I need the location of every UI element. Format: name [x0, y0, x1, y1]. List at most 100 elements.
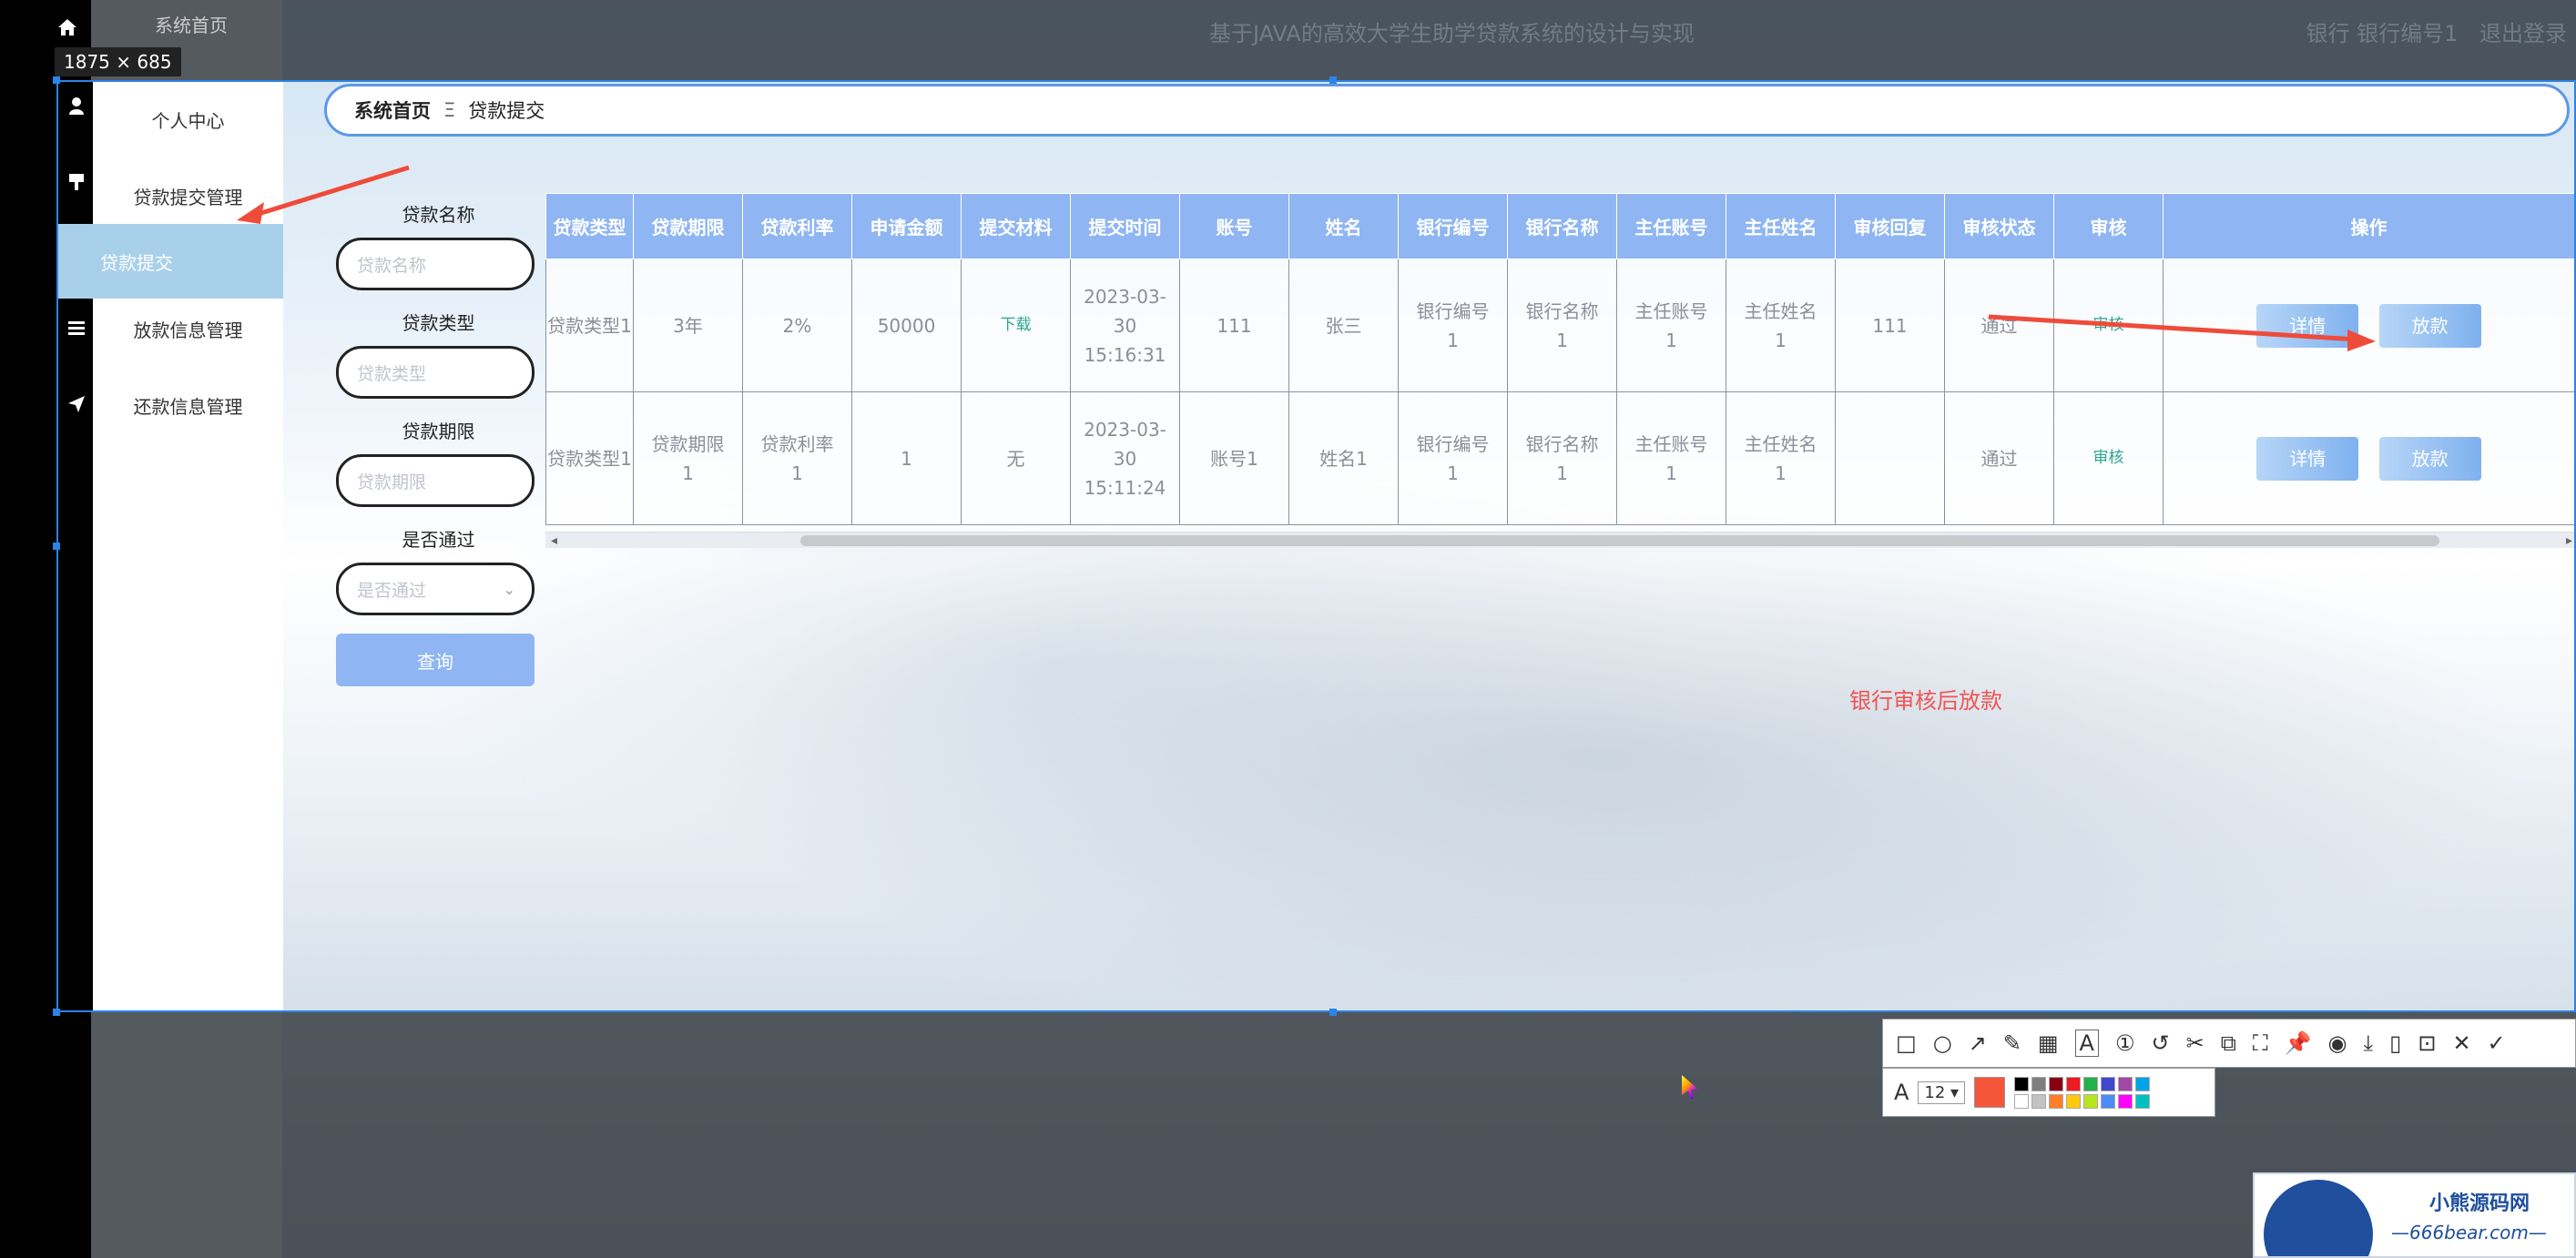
sidebar-item-loan-submit-mgmt[interactable]: 贷款提交管理	[93, 158, 283, 233]
horizontal-scrollbar[interactable]: ◂ ▸	[545, 532, 2574, 548]
loan-table-container: 贷款类型 贷款期限 贷款利率 申请金额 提交材料 提交时间 账号 姓名 银行编号…	[545, 193, 2574, 548]
review-link[interactable]: 审核	[2053, 259, 2164, 392]
detail-button[interactable]: 详情	[2256, 436, 2359, 481]
color-swatch[interactable]	[2118, 1093, 2133, 1109]
bookmark-icon[interactable]: ⊡	[2418, 1030, 2436, 1056]
cell-account: 111	[1179, 259, 1289, 392]
capture-region[interactable]: 个人中心 贷款提交管理 贷款提交 放款信息管理 还款信息管理 系统首页 Ξ 贷款…	[56, 80, 2576, 1012]
loan-table: 贷款类型 贷款期限 贷款利率 申请金额 提交材料 提交时间 账号 姓名 银行编号…	[545, 193, 2574, 525]
sidebar-item-repayment-mgmt[interactable]: 还款信息管理	[93, 368, 283, 442]
color-swatch[interactable]	[2031, 1076, 2047, 1091]
chevron-down-icon: ⌄	[503, 580, 515, 598]
breadcrumb-root[interactable]: 系统首页	[354, 96, 431, 124]
color-swatch[interactable]	[2135, 1093, 2151, 1109]
color-swatch[interactable]	[2101, 1076, 2116, 1091]
color-swatch[interactable]	[2014, 1093, 2030, 1109]
list-icon[interactable]	[66, 317, 87, 339]
cell-review-reply: 111	[1835, 259, 1945, 392]
arrow-tool-icon[interactable]: ↗	[1969, 1030, 1987, 1056]
color-swatch[interactable]	[2083, 1076, 2099, 1091]
user-info: 银行 银行编号1 退出登录	[2306, 15, 2567, 47]
approved-select[interactable]: 是否通过 ⌄	[336, 563, 535, 615]
top-header: 基于JAVA的高效大学生助学贷款系统的设计与实现 银行 银行编号1 退出登录	[282, 0, 2576, 80]
logout-link[interactable]: 退出登录	[2479, 21, 2567, 46]
col-header: 贷款类型	[545, 193, 634, 259]
font-size-value: 12	[1924, 1082, 1946, 1102]
undo-icon[interactable]: ↺	[2151, 1030, 2169, 1056]
confirm-icon[interactable]: ✓	[2488, 1030, 2506, 1056]
sidebar-item-label: 放款信息管理	[133, 319, 243, 341]
sidebar-item-personal-center[interactable]: 个人中心	[93, 82, 283, 157]
brush-icon[interactable]	[66, 171, 87, 193]
record-icon[interactable]: ◉	[2328, 1030, 2347, 1056]
breadcrumb: 系统首页 Ξ 贷款提交	[324, 84, 2570, 137]
home-icon[interactable]	[55, 15, 80, 40]
text-tool-icon[interactable]: A	[2074, 1030, 2099, 1057]
copy-icon[interactable]: ⧉	[2221, 1030, 2236, 1056]
font-icon: A	[1894, 1080, 1909, 1105]
cell-bank-name: 银行名称1	[1507, 259, 1617, 392]
scroll-left-icon[interactable]: ◂	[551, 533, 557, 548]
query-button[interactable]: 查询	[336, 634, 535, 686]
logo-title: 小熊源码网	[2429, 1192, 2530, 1215]
rectangle-tool-icon[interactable]: □	[1896, 1030, 1917, 1056]
cell-loan-term: 贷款期限1	[633, 391, 743, 525]
download-icon[interactable]: ⤓	[2364, 1030, 2374, 1056]
pen-tool-icon[interactable]: ✎	[2003, 1030, 2021, 1056]
review-link[interactable]: 审核	[2053, 391, 2164, 525]
color-swatch[interactable]	[2014, 1076, 2030, 1091]
color-swatch[interactable]	[2101, 1093, 2116, 1109]
pin-icon[interactable]: 📌	[2285, 1030, 2312, 1056]
screen-root: 基于JAVA的高效大学生助学贷款系统的设计与实现 银行 银行编号1 退出登录 系…	[0, 0, 2576, 1258]
detail-button[interactable]: 详情	[2256, 303, 2359, 348]
annotation-text: 银行审核后放款	[1849, 688, 2002, 714]
loan-type-input[interactable]: 贷款类型	[336, 346, 535, 399]
cell-director-account: 主任账号1	[1616, 391, 1726, 525]
cell-loan-type: 贷款类型1	[545, 259, 634, 392]
resize-handle[interactable]	[53, 1009, 60, 1016]
user-icon[interactable]	[66, 95, 87, 117]
approved-placeholder: 是否通过	[357, 580, 427, 601]
disburse-button[interactable]: 放款	[2378, 436, 2481, 481]
cell-bank-id: 银行编号1	[1398, 391, 1508, 525]
number-tool-icon[interactable]: ①	[2115, 1030, 2135, 1056]
disburse-button[interactable]: 放款	[2378, 303, 2481, 348]
color-swatch[interactable]	[2031, 1093, 2047, 1109]
close-icon[interactable]: ✕	[2452, 1030, 2470, 1056]
loan-name-input[interactable]: 贷款名称	[336, 238, 535, 290]
filter-label-approved: 是否通过	[402, 529, 475, 551]
active-color-swatch[interactable]	[1974, 1077, 2006, 1108]
cell-submit-time: 2023-03-30 15:16:31	[1070, 259, 1180, 392]
sidebar-item-loan-submit[interactable]: 贷款提交	[58, 224, 283, 299]
sidebar-item-home[interactable]: 系统首页	[155, 11, 228, 37]
col-header: 贷款期限	[633, 193, 743, 259]
cell-bank-name: 银行名称1	[1507, 391, 1617, 525]
bear-logo-icon	[2264, 1180, 2373, 1256]
font-size-select[interactable]: 12 ▾	[1918, 1080, 1966, 1104]
color-swatch[interactable]	[2066, 1093, 2082, 1109]
loan-term-input[interactable]: 贷款期限	[336, 454, 535, 507]
color-swatch[interactable]	[2083, 1093, 2099, 1109]
sidebar-item-disbursement-mgmt[interactable]: 放款信息管理	[93, 291, 283, 366]
mosaic-tool-icon[interactable]: ▦	[2038, 1030, 2059, 1056]
resize-handle[interactable]	[53, 543, 60, 550]
color-swatch[interactable]	[2118, 1076, 2133, 1091]
ocr-icon[interactable]: ⛶	[2253, 1030, 2268, 1056]
long-screenshot-icon[interactable]: ▯	[2389, 1030, 2401, 1056]
resize-handle[interactable]	[1329, 76, 1337, 84]
color-swatch[interactable]	[2049, 1093, 2064, 1109]
color-swatch[interactable]	[2049, 1076, 2064, 1091]
color-swatch[interactable]	[2066, 1076, 2082, 1091]
filter-label-loan-type: 贷款类型	[402, 312, 475, 334]
send-icon[interactable]	[66, 393, 87, 415]
color-swatch[interactable]	[2135, 1076, 2151, 1091]
breadcrumb-separator: Ξ	[443, 99, 456, 121]
resize-handle[interactable]	[1329, 1009, 1337, 1016]
scroll-right-icon[interactable]: ▸	[2566, 533, 2572, 548]
ellipse-tool-icon[interactable]: ○	[1933, 1030, 1952, 1056]
col-header: 账号	[1179, 193, 1289, 259]
cut-icon[interactable]: ✂	[2186, 1030, 2204, 1056]
scrollbar-thumb[interactable]	[800, 535, 2439, 546]
resize-handle[interactable]	[53, 76, 60, 84]
download-link[interactable]: 下载	[961, 259, 1071, 392]
